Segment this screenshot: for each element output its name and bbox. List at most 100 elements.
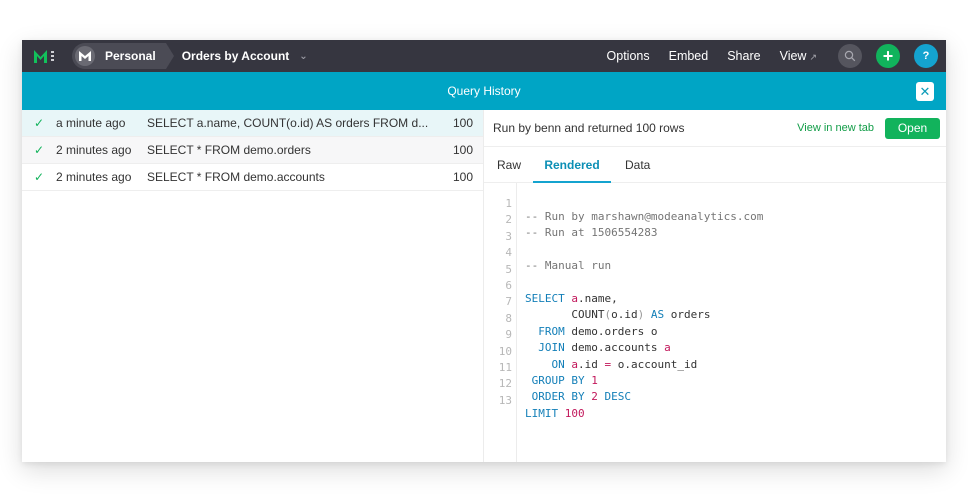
code-line: SELECT a.name, xyxy=(525,291,763,307)
code-function: COUNT xyxy=(571,308,605,322)
code-number: 100 xyxy=(564,406,585,420)
report-title[interactable]: Orders by Account ⌄ xyxy=(182,49,308,63)
open-button[interactable]: Open xyxy=(885,117,940,139)
code-text: o.account_id xyxy=(617,357,698,371)
code-number: 2 xyxy=(591,390,598,404)
app-window: Personal Orders by Account ⌄ Options Emb… xyxy=(22,40,946,462)
history-row-count: 100 xyxy=(452,170,473,184)
code-number: 1 xyxy=(591,373,598,387)
success-check-icon: ✓ xyxy=(33,170,45,184)
code-keyword: ORDER BY xyxy=(531,390,585,404)
code-line: ON a.id = o.account_id xyxy=(525,357,763,373)
sql-code-viewer: 1 2 3 4 5 6 7 8 9 10 11 12 13 -- Run by … xyxy=(484,183,946,462)
code-line: ORDER BY 2 DESC xyxy=(525,389,763,405)
breadcrumb-workspace[interactable]: Personal xyxy=(72,43,174,69)
line-number: 2 xyxy=(505,213,512,227)
success-check-icon: ✓ xyxy=(33,116,45,130)
history-list: ✓ a minute ago SELECT a.name, COUNT(o.id… xyxy=(22,110,484,462)
history-sql: SELECT * FROM demo.accounts xyxy=(147,170,325,184)
code-keyword: AS xyxy=(650,308,665,322)
help-icon: ? xyxy=(922,50,930,62)
code-alias: a xyxy=(571,357,578,371)
code-line: COUNT(o.id) AS orders xyxy=(571,308,711,322)
code-operator: = xyxy=(604,357,612,371)
line-number: 8 xyxy=(505,311,512,325)
code-text: .id xyxy=(578,357,598,371)
search-icon xyxy=(844,50,856,62)
tab-data[interactable]: Data xyxy=(611,147,664,182)
success-check-icon: ✓ xyxy=(33,143,45,157)
line-number: 7 xyxy=(505,295,512,309)
line-number: 1 xyxy=(505,197,512,210)
tab-raw[interactable]: Raw xyxy=(484,147,533,182)
share-link[interactable]: Share xyxy=(727,49,760,63)
history-row-count: 100 xyxy=(452,143,473,157)
top-nav-bar: Personal Orders by Account ⌄ Options Emb… xyxy=(22,40,946,72)
close-button[interactable]: ✕ xyxy=(916,82,934,101)
code-keyword: SELECT xyxy=(525,291,565,305)
history-sql: SELECT a.name, COUNT(o.id) AS orders FRO… xyxy=(147,116,429,130)
tab-rendered[interactable]: Rendered xyxy=(533,147,611,183)
chevron-down-icon[interactable]: ⌄ xyxy=(299,51,307,62)
close-icon: ✕ xyxy=(919,83,931,99)
run-info-bar: Run by benn and returned 100 rows View i… xyxy=(484,110,946,147)
code-comment: -- Manual run xyxy=(525,259,612,273)
query-history-content: ✓ a minute ago SELECT a.name, COUNT(o.id… xyxy=(22,110,946,462)
line-number: 6 xyxy=(505,278,512,292)
code-keyword: FROM xyxy=(538,324,565,338)
line-number: 10 xyxy=(498,344,512,358)
code-text: o.id xyxy=(611,308,638,322)
history-time: a minute ago xyxy=(56,116,126,130)
code-keyword: DESC xyxy=(604,390,631,404)
add-button[interactable]: + xyxy=(876,44,900,68)
code-comment: -- Run at 1506554283 xyxy=(525,226,658,240)
query-history-title: Query History xyxy=(447,84,521,98)
line-number: 9 xyxy=(505,328,512,342)
history-row[interactable]: ✓ 2 minutes ago SELECT * FROM demo.accou… xyxy=(22,164,483,191)
view-link-label: View xyxy=(779,49,807,63)
code-text: demo.orders o xyxy=(571,324,658,338)
code-alias: a xyxy=(664,341,671,355)
external-link-icon: ↗ xyxy=(809,52,817,62)
mode-logo-icon[interactable] xyxy=(26,40,66,72)
sql-code: -- Run by marshawn@modeanalytics.com -- R… xyxy=(517,183,763,462)
code-text: orders xyxy=(670,308,711,322)
line-number: 3 xyxy=(505,229,512,243)
history-row[interactable]: ✓ 2 minutes ago SELECT * FROM demo.order… xyxy=(22,137,483,164)
workspace-name: Personal xyxy=(105,49,156,63)
line-number: 4 xyxy=(505,246,512,260)
code-comment: -- Run by marshawn@modeanalytics.com xyxy=(525,210,764,223)
code-alias: a xyxy=(571,291,578,305)
code-line: -- Run at 1506554283 xyxy=(525,225,763,241)
history-time: 2 minutes ago xyxy=(56,170,132,184)
view-in-new-tab-link[interactable]: View in new tab xyxy=(797,122,874,134)
code-line: FROM demo.orders o xyxy=(525,324,763,340)
code-text: .name, xyxy=(578,291,618,305)
code-keyword: LIMIT xyxy=(525,406,559,420)
workspace-avatar-icon xyxy=(75,46,95,66)
code-keyword: ON xyxy=(551,357,565,371)
options-link[interactable]: Options xyxy=(607,49,650,63)
view-link[interactable]: View ↗ xyxy=(780,49,817,63)
run-detail-pane: Run by benn and returned 100 rows View i… xyxy=(484,110,946,462)
embed-link[interactable]: Embed xyxy=(669,49,709,63)
code-text: demo.accounts xyxy=(571,341,658,355)
line-number: 12 xyxy=(498,377,512,391)
help-button[interactable]: ? xyxy=(914,44,938,68)
detail-tabs: Raw Rendered Data xyxy=(484,147,946,183)
history-row[interactable]: ✓ a minute ago SELECT a.name, COUNT(o.id… xyxy=(22,110,483,137)
code-line: -- Run by marshawn@modeanalytics.com xyxy=(525,209,763,225)
line-number-gutter: 1 2 3 4 5 6 7 8 9 10 11 12 13 xyxy=(484,183,517,462)
history-sql: SELECT * FROM demo.orders xyxy=(147,143,311,157)
query-history-header: Query History ✕ xyxy=(22,72,946,110)
code-line: JOIN demo.accounts a xyxy=(525,340,763,356)
line-number: 11 xyxy=(498,360,512,374)
code-keyword: GROUP BY xyxy=(531,373,585,387)
code-line: LIMIT 100 xyxy=(525,406,763,422)
run-info-text: Run by benn and returned 100 rows xyxy=(493,121,685,135)
plus-icon: + xyxy=(882,45,894,66)
code-keyword: JOIN xyxy=(538,341,565,355)
search-button[interactable] xyxy=(838,44,862,68)
